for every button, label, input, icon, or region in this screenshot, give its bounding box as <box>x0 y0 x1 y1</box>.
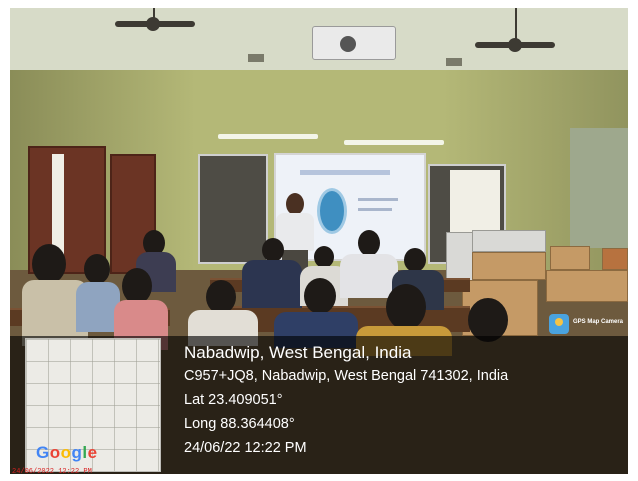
wall-vent-left <box>248 54 264 62</box>
student-head <box>32 244 66 284</box>
fan-hub-left <box>146 17 160 31</box>
student-head <box>84 254 110 284</box>
teacher-head <box>286 193 304 215</box>
location-longitude: Long 88.364408° <box>184 416 295 432</box>
slide-figure <box>317 188 347 234</box>
carton <box>602 248 628 270</box>
gps-badge-label: GPS Map Camera <box>573 319 624 325</box>
google-letter: g <box>71 443 83 462</box>
student-head <box>262 238 284 262</box>
student-head <box>206 280 236 314</box>
carton <box>550 246 590 270</box>
student-head <box>122 268 152 304</box>
fan-rod-right <box>515 8 517 42</box>
google-letter: o <box>60 443 72 462</box>
carton <box>472 252 546 280</box>
location-address: C957+JQ8, Nabadwip, West Bengal 741302, … <box>184 368 509 384</box>
map-pin-icon <box>549 314 569 334</box>
fan-hub-right <box>508 38 522 52</box>
student-body <box>242 260 302 308</box>
google-letter: o <box>49 443 61 462</box>
student-body <box>340 254 398 298</box>
date-stamp: 24/06/2022 12:22 PM <box>12 468 92 476</box>
student-head <box>358 230 380 256</box>
google-letter: e <box>87 443 98 462</box>
student-head <box>314 246 334 268</box>
gps-map-camera-badge: GPS Map Camera <box>549 314 625 334</box>
window-far-right <box>570 128 628 248</box>
slide-line <box>358 198 398 201</box>
window-left <box>198 154 268 264</box>
google-logo: Google <box>36 443 98 463</box>
student-head <box>304 278 336 314</box>
student-head <box>404 248 426 272</box>
location-datetime: 24/06/22 12:22 PM <box>184 440 307 456</box>
google-letter: G <box>36 443 50 462</box>
location-title: Nabadwip, West Bengal, India <box>184 343 412 362</box>
location-latitude: Lat 23.409051° <box>184 392 283 408</box>
wall-vent-right <box>446 58 462 66</box>
tube-light <box>218 134 318 139</box>
carton <box>546 270 628 302</box>
carton-white-top <box>472 230 546 252</box>
student-head <box>386 284 426 330</box>
location-info: Nabadwip, West Bengal, India C957+JQ8, N… <box>184 342 624 460</box>
tube-light-2 <box>344 140 444 145</box>
projector-lens <box>340 36 356 52</box>
map-thumbnail: Google <box>25 338 161 472</box>
slide-heading-bar <box>300 170 390 175</box>
slide-line <box>358 208 392 211</box>
